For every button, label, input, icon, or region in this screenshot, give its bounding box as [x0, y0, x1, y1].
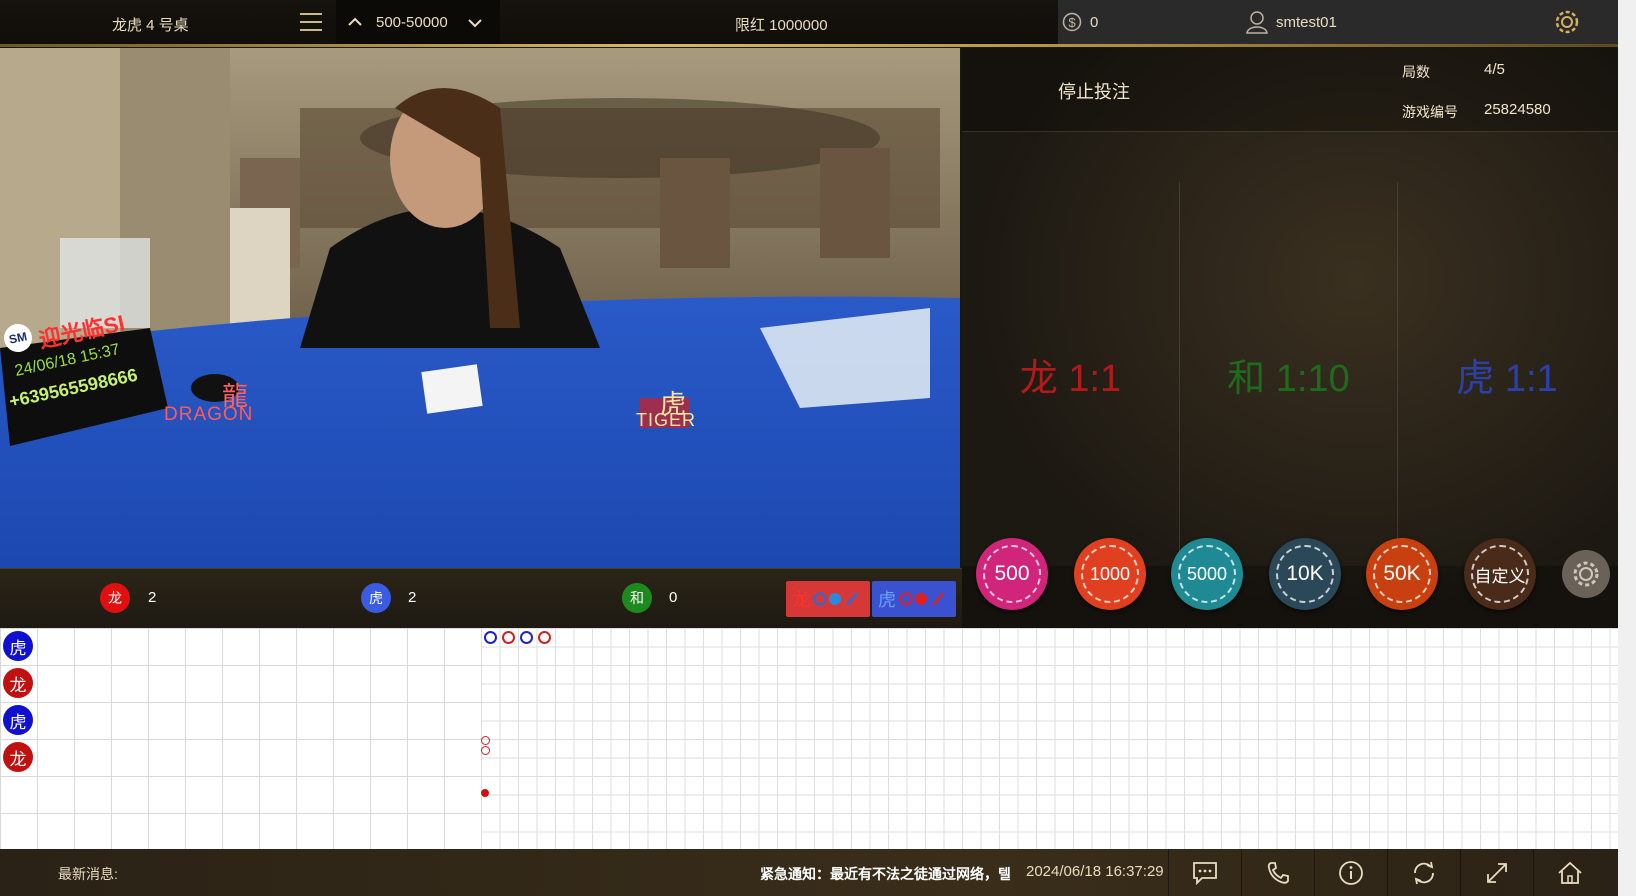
- limit-selector[interactable]: 500-50000: [336, 0, 500, 44]
- big-road-grid: [481, 628, 1618, 849]
- round-header: 停止投注 局数 4/5 游戏编号 25824580: [962, 48, 1618, 132]
- bead-road-grid: [0, 628, 481, 849]
- tiger-count-badge: 虎: [361, 583, 391, 613]
- chip-500[interactable]: 500: [976, 538, 1048, 610]
- game-id-value: 25824580: [1484, 101, 1551, 118]
- derived-road-mark: [481, 736, 490, 745]
- menu-button[interactable]: [286, 0, 336, 44]
- felt-tiger-en: TIGER: [636, 410, 697, 430]
- ask-tiger-label: 虎: [878, 590, 896, 610]
- casino-scene: [0, 48, 960, 568]
- ask-dragon-label: 龙: [792, 590, 810, 610]
- bottom-bar: 最新消息: 紧急通知：最近有不法之徒通过网络，텔 2024/06/18 16:3…: [0, 849, 1636, 896]
- ask-road-icons: [899, 592, 944, 606]
- account-bar: $ 0 smtest01: [1058, 0, 1618, 44]
- news-label: 最新消息:: [58, 866, 118, 882]
- tie-count-badge: 和: [622, 583, 652, 613]
- big-road-dragon: [538, 631, 551, 644]
- chevron-up-icon[interactable]: [348, 17, 362, 27]
- chip-settings-button[interactable]: [1562, 550, 1610, 598]
- tie-count: 0: [669, 589, 678, 606]
- bead-tiger: 虎: [3, 705, 33, 735]
- table-name: 龙虎 4 号桌: [112, 17, 189, 34]
- felt-dragon-en: DRAGON: [164, 404, 254, 425]
- ask-road-icons: [813, 592, 858, 606]
- balance: 0: [1090, 14, 1099, 31]
- betting-status: 停止投注: [1058, 82, 1130, 102]
- bead-tiger: 虎: [3, 631, 33, 661]
- dragon-count-badge: 龙: [100, 583, 130, 613]
- bet-dragon[interactable]: 龙 1:1: [962, 182, 1180, 566]
- datetime: 2024/06/18 16:37:29: [1026, 863, 1164, 880]
- chip-5000[interactable]: 5000: [1171, 538, 1243, 610]
- limit-range: 500-50000: [376, 14, 448, 31]
- gear-icon: [1573, 561, 1599, 587]
- chip-50k[interactable]: 50K: [1366, 538, 1438, 610]
- menu-icon: [300, 13, 322, 31]
- big-road-dragon: [502, 631, 515, 644]
- fullscreen-icon: [1486, 862, 1507, 883]
- bead-dragon: 龙: [3, 668, 33, 698]
- refresh-button[interactable]: [1387, 849, 1459, 896]
- ask-tiger-button[interactable]: 虎: [872, 581, 956, 617]
- home-button[interactable]: [1533, 849, 1605, 896]
- news-ticker: 紧急通知：最近有不法之徒通过网络，텔: [760, 866, 1010, 882]
- roadmap: 虎 龙 虎 龙: [0, 628, 1618, 849]
- user-icon: [1246, 11, 1268, 34]
- big-road-tiger: [520, 631, 533, 644]
- chip-1000[interactable]: 1000: [1074, 538, 1146, 610]
- chevron-down-icon[interactable]: [468, 18, 482, 28]
- settings-icon[interactable]: [1554, 9, 1580, 35]
- info-icon: [1338, 860, 1363, 885]
- ask-dragon-button[interactable]: 龙: [786, 581, 870, 617]
- phone-icon: [1267, 861, 1289, 884]
- chip-custom[interactable]: 自定义: [1464, 538, 1536, 610]
- game-id-label: 游戏编号: [1402, 104, 1458, 120]
- info-button[interactable]: [1314, 849, 1386, 896]
- live-video: SM 迎光临SI 24/06/18 15:37 +639565598666 龍 …: [0, 48, 960, 568]
- phone-button[interactable]: [1241, 849, 1313, 896]
- max-limit: 限红 1000000: [735, 17, 828, 34]
- bet-tie[interactable]: 和 1:10: [1180, 182, 1398, 566]
- dollar-icon: $: [1062, 12, 1082, 32]
- bet-tiger[interactable]: 虎 1:1: [1398, 182, 1616, 566]
- username: smtest01: [1276, 14, 1337, 31]
- home-icon: [1557, 861, 1582, 884]
- chat-icon: [1192, 861, 1217, 885]
- top-bar: 龙虎 4 号桌 500-50000 限红 1000000 $ 0 smtest0…: [0, 0, 1636, 47]
- refresh-icon: [1413, 861, 1434, 884]
- round-label: 局数: [1402, 64, 1430, 80]
- svg-text:$: $: [1068, 15, 1076, 30]
- chat-button[interactable]: [1168, 849, 1240, 896]
- scrollbar[interactable]: [1618, 0, 1636, 896]
- fullscreen-button[interactable]: [1460, 849, 1532, 896]
- small-road-dot: [481, 789, 489, 797]
- big-road-tiger: [484, 631, 497, 644]
- chip-10k[interactable]: 10K: [1269, 538, 1341, 610]
- derived-road-mark: [481, 746, 490, 755]
- bead-dragon: 龙: [3, 742, 33, 772]
- result-stats-bar: 龙 2 虎 2 和 0 龙 虎: [0, 568, 962, 628]
- dragon-count: 2: [148, 589, 157, 606]
- tiger-count: 2: [408, 589, 417, 606]
- round-value: 4/5: [1484, 61, 1505, 78]
